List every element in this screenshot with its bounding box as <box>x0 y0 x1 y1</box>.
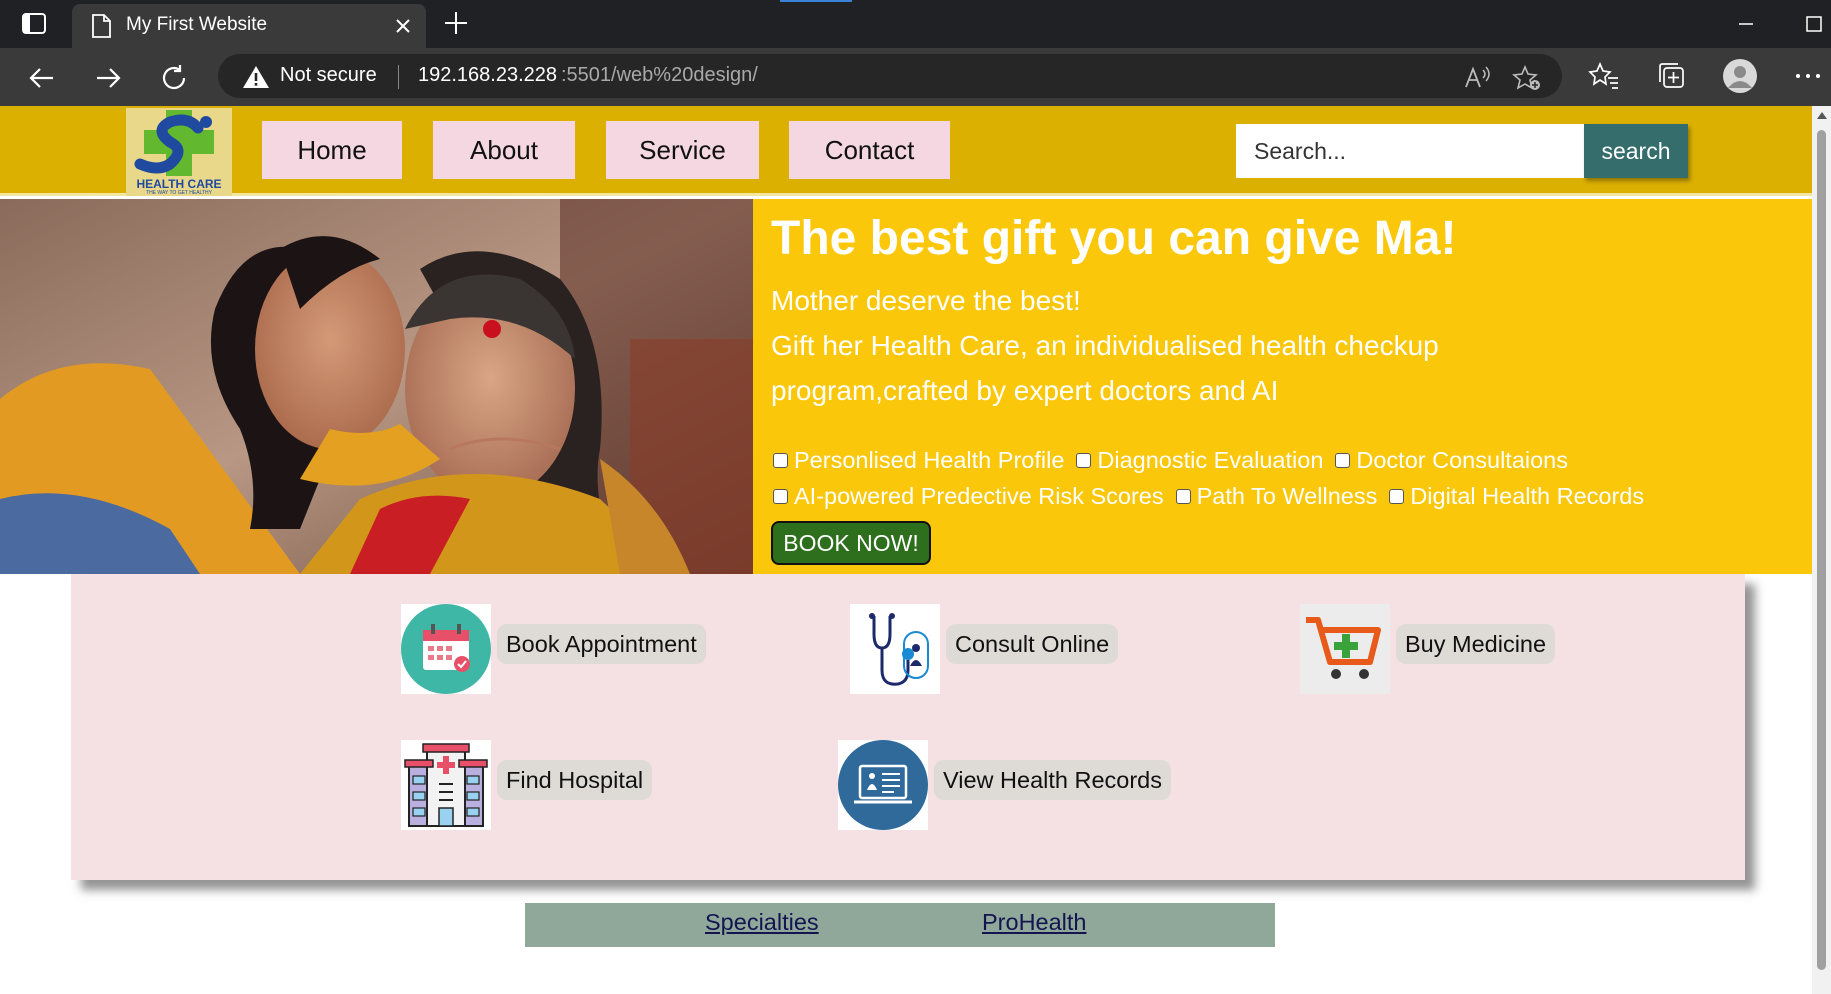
footer-link-specialties[interactable]: Specialties <box>705 909 819 936</box>
profile-avatar-icon[interactable] <box>1722 58 1758 94</box>
checkbox-label: Digital Health Records <box>1410 483 1645 509</box>
web-page: HEALTH CARE THE WAY TO GET HEALTHY Home … <box>0 106 1812 994</box>
nav-service[interactable]: Service <box>606 121 759 179</box>
more-options-icon[interactable] <box>1792 60 1824 92</box>
active-tab[interactable]: My First Website <box>72 4 426 48</box>
checkbox-diagnostic-evaluation[interactable] <box>1076 453 1092 468</box>
back-arrow-icon[interactable] <box>26 62 58 94</box>
site-header: HEALTH CARE THE WAY TO GET HEALTHY Home … <box>0 106 1812 196</box>
tab-actions-icon[interactable] <box>20 12 50 36</box>
address-separator <box>398 65 399 89</box>
page-icon <box>92 14 111 38</box>
service-label-buy-medicine[interactable]: Buy Medicine <box>1396 624 1556 664</box>
hospital-icon[interactable] <box>401 740 491 830</box>
search-button[interactable]: search <box>1584 124 1688 178</box>
footer-links-bar: Specialties ProHealth <box>525 903 1275 947</box>
scrollbar-thumb[interactable] <box>1817 130 1826 970</box>
add-favorite-icon[interactable] <box>1512 64 1542 92</box>
hero-section: The best gift you can give Ma! Mother de… <box>0 199 1812 574</box>
browser-tab-strip: My First Website <box>0 0 1831 48</box>
scroll-up-arrow-icon[interactable] <box>1817 112 1827 119</box>
checkbox-personalised-profile[interactable] <box>773 453 788 468</box>
site-logo[interactable]: HEALTH CARE THE WAY TO GET HEALTHY <box>126 108 232 196</box>
health-cross-icon <box>134 110 214 176</box>
checkbox-row-1: Personlised Health Profile Diagnostic Ev… <box>771 447 1578 474</box>
tab-loading-indicator <box>780 0 852 2</box>
service-label-book-appointment[interactable]: Book Appointment <box>497 624 706 664</box>
checkbox-label: Diagnostic Evaluation <box>1097 447 1324 473</box>
url-path[interactable]: :5501/web%20design/ <box>561 64 758 87</box>
forward-arrow-icon[interactable] <box>92 62 124 94</box>
logo-slogan: THE WAY TO GET HEALTHY <box>146 190 212 196</box>
cart-icon[interactable] <box>1300 604 1390 694</box>
hero-text-panel: The best gift you can give Ma! Mother de… <box>753 199 1812 574</box>
stethoscope-icon[interactable] <box>850 604 940 694</box>
mother-daughter-photo <box>0 199 753 574</box>
search-input[interactable] <box>1236 124 1584 178</box>
checkbox-label: Doctor Consultaions <box>1356 447 1568 473</box>
warning-icon[interactable] <box>242 64 270 90</box>
page-scrollbar[interactable] <box>1812 106 1831 994</box>
checkbox-path-to-wellness[interactable] <box>1175 489 1191 504</box>
address-bar[interactable]: Not secure 192.168.23.228 :5501/web%20de… <box>218 54 1562 98</box>
favorites-icon[interactable] <box>1588 60 1620 92</box>
tab-title: My First Website <box>126 14 268 35</box>
checkbox-row-2: AI-powered Predective Risk Scores Path T… <box>771 483 1654 510</box>
hero-description-line2: program,crafted by expert doctors and AI <box>771 375 1279 406</box>
hero-subtitle: Mother deserve the best! <box>771 285 1081 316</box>
logo-text: HEALTH CARE <box>136 177 222 191</box>
refresh-icon[interactable] <box>158 62 190 94</box>
hero-description-line1: Gift her Health Care, an individualised … <box>771 330 1439 361</box>
new-tab-icon[interactable] <box>442 9 470 37</box>
address-toolbar: Not secure 192.168.23.228 :5501/web%20de… <box>0 48 1831 106</box>
service-label-find-hospital[interactable]: Find Hospital <box>497 760 653 800</box>
close-tab-icon[interactable] <box>392 15 414 37</box>
minimize-icon[interactable] <box>1732 10 1760 38</box>
nav-home[interactable]: Home <box>262 121 402 179</box>
nav-contact[interactable]: Contact <box>789 121 950 179</box>
nav-about[interactable]: About <box>433 121 575 179</box>
checkbox-risk-scores[interactable] <box>773 489 788 504</box>
service-label-view-health-records[interactable]: View Health Records <box>934 760 1172 800</box>
health-records-icon[interactable] <box>838 740 928 830</box>
checkbox-doctor-consultations[interactable] <box>1335 453 1351 468</box>
checkbox-label: AI-powered Predective Risk Scores <box>794 483 1164 509</box>
maximize-icon[interactable] <box>1800 10 1828 38</box>
footer-link-prohealth[interactable]: ProHealth <box>982 909 1087 936</box>
checkbox-label: Personlised Health Profile <box>794 447 1065 473</box>
service-label-consult-online[interactable]: Consult Online <box>946 624 1119 664</box>
book-now-button[interactable]: BOOK NOW! <box>771 521 931 565</box>
calendar-icon[interactable] <box>401 604 491 694</box>
hero-image <box>0 199 753 574</box>
url-host[interactable]: 192.168.23.228 <box>418 64 557 87</box>
checkbox-digital-records[interactable] <box>1389 489 1405 504</box>
read-aloud-icon[interactable] <box>1462 64 1492 92</box>
hero-title: The best gift you can give Ma! <box>771 212 1457 265</box>
services-panel: Book Appointment Consult Online Buy Medi… <box>71 574 1745 880</box>
collections-icon[interactable] <box>1656 60 1688 92</box>
security-label[interactable]: Not secure <box>280 64 377 87</box>
checkbox-label: Path To Wellness <box>1196 483 1378 509</box>
